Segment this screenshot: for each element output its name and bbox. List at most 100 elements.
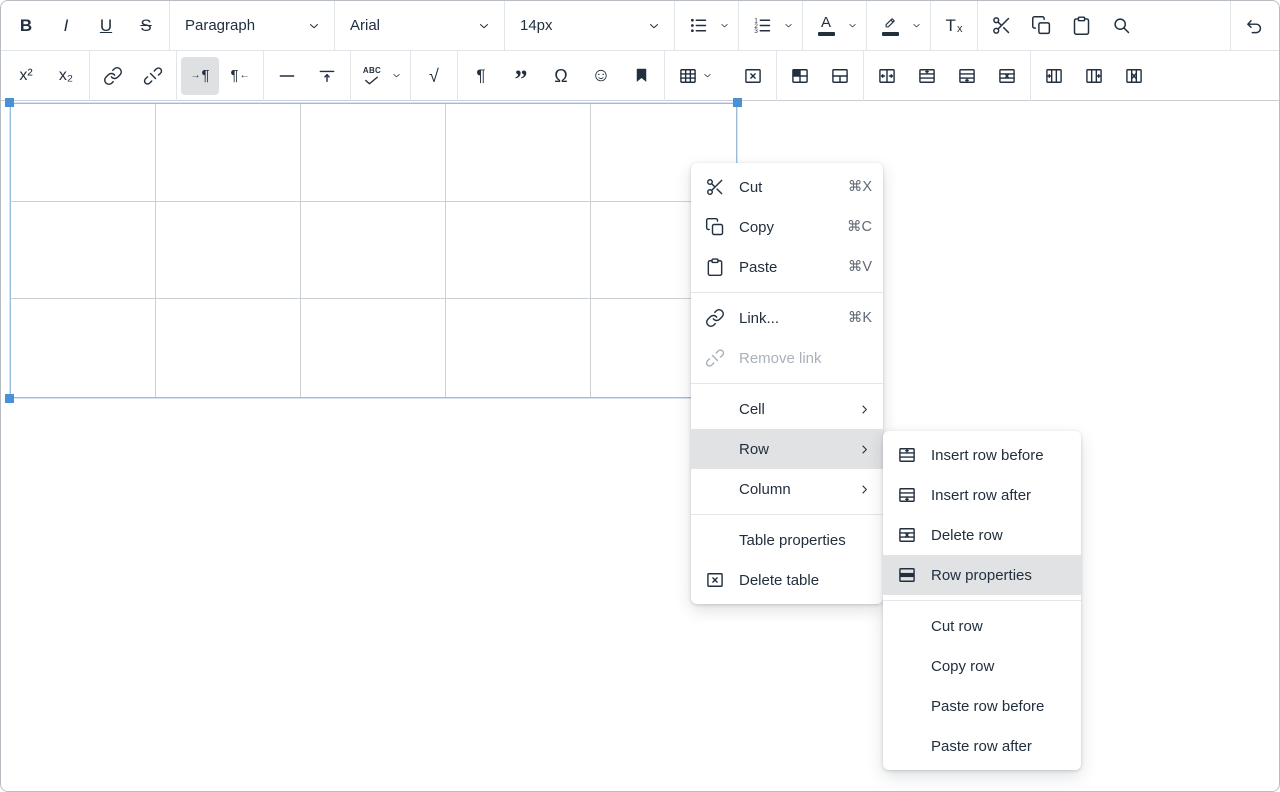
submenu-item-row-properties[interactable]: Row properties [883, 555, 1081, 595]
table-cell[interactable] [446, 202, 591, 300]
menu-item-column[interactable]: Column [691, 469, 883, 509]
table-cell[interactable] [156, 202, 301, 300]
insert-column-after-button[interactable] [1075, 57, 1113, 95]
table-cell[interactable] [301, 202, 446, 300]
font-family-select[interactable]: Arial [338, 1, 501, 51]
special-character-button[interactable]: Ω [542, 57, 580, 95]
chevron-down-icon [847, 20, 858, 31]
copy-button[interactable] [1022, 7, 1060, 45]
menu-item-cut[interactable]: Cut ⌘X [691, 167, 883, 207]
submenu-item-copy-row[interactable]: Copy row [883, 646, 1081, 686]
rtl-button[interactable]: ¶← [221, 57, 259, 95]
submenu-item-paste-row-before[interactable]: Paste row before [883, 686, 1081, 726]
insert-column-before-button[interactable] [1035, 57, 1073, 95]
menu-item-remove-link[interactable]: Remove link [691, 338, 883, 378]
table-cell[interactable] [446, 104, 591, 202]
clear-formatting-button[interactable]: Tx [935, 7, 973, 45]
delete-column-button[interactable] [1115, 57, 1153, 95]
merge-cells-button[interactable] [821, 57, 859, 95]
delete-table-button[interactable] [734, 57, 772, 95]
submenu-item-delete-row[interactable]: Delete row [883, 515, 1081, 555]
strikethrough-button[interactable]: S [127, 7, 165, 45]
subscript-button[interactable]: x₂ [47, 57, 85, 95]
horizontal-rule-icon [277, 66, 297, 86]
undo-button[interactable] [1235, 7, 1273, 45]
separator [776, 51, 777, 101]
underline-button[interactable]: U [87, 7, 125, 45]
remove-link-button[interactable] [134, 57, 172, 95]
insert-link-button[interactable] [94, 57, 132, 95]
menu-item-delete-table[interactable]: Delete table [691, 560, 883, 600]
block-format-select[interactable]: Paragraph [173, 1, 331, 51]
italic-button[interactable]: I [47, 7, 85, 45]
menu-item-link[interactable]: Link... ⌘K [691, 298, 883, 338]
editor-content-area[interactable] [1, 101, 1279, 791]
split-cells-button[interactable] [868, 57, 906, 95]
submenu-item-paste-row-after[interactable]: Paste row after [883, 726, 1081, 766]
submenu-item-cut-row[interactable]: Cut row [883, 606, 1081, 646]
table-cell[interactable] [156, 299, 301, 397]
paragraph-marks-button[interactable]: ¶ [462, 57, 500, 95]
menu-item-row[interactable]: Row [691, 429, 883, 469]
separator [977, 1, 978, 51]
bold-button[interactable]: B [7, 7, 45, 45]
separator [504, 1, 505, 51]
superscript-button[interactable]: x² [7, 57, 45, 95]
table-menu-button[interactable] [669, 57, 721, 95]
formula-button[interactable]: √ [415, 57, 453, 95]
table-cell[interactable] [156, 104, 301, 202]
text-color-options-button[interactable] [843, 7, 862, 45]
resize-handle-top-left[interactable] [5, 98, 14, 107]
insert-row-after-button[interactable] [948, 57, 986, 95]
cell-properties-button[interactable] [781, 57, 819, 95]
chevron-down-icon [719, 20, 730, 31]
table-cell[interactable] [446, 299, 591, 397]
insert-row-before-button[interactable] [908, 57, 946, 95]
table-cell[interactable] [301, 104, 446, 202]
search-icon [1111, 15, 1132, 36]
table-cell[interactable] [11, 299, 156, 397]
menu-item-cell[interactable]: Cell [691, 389, 883, 429]
submenu-item-insert-row-after[interactable]: Insert row after [883, 475, 1081, 515]
spellcheck-button[interactable]: ABC [355, 57, 389, 95]
separator [1230, 1, 1231, 51]
font-size-select[interactable]: 14px [508, 1, 671, 51]
delete-row-button[interactable] [988, 57, 1026, 95]
table-cell[interactable] [11, 202, 156, 300]
cell-properties-icon [790, 66, 810, 86]
table-cell[interactable] [301, 299, 446, 397]
ltr-button[interactable]: →¶ [181, 57, 219, 95]
table-cell[interactable] [11, 104, 156, 202]
separator [674, 1, 675, 51]
cut-button[interactable] [982, 7, 1020, 45]
submenu-item-insert-row-before[interactable]: Insert row before [883, 435, 1081, 475]
numbered-list-button[interactable]: 1 2 3 [743, 7, 781, 45]
search-replace-button[interactable] [1102, 7, 1140, 45]
text-color-button[interactable]: A [807, 7, 845, 45]
highlight-color-options-button[interactable] [907, 7, 926, 45]
menu-item-copy[interactable]: Copy ⌘C [691, 207, 883, 247]
menu-item-table-properties[interactable]: Table properties [691, 520, 883, 560]
icon-spacer [703, 437, 727, 461]
page-break-button[interactable] [308, 57, 346, 95]
bullet-list-options-button[interactable] [715, 7, 734, 45]
bullet-list-button[interactable] [679, 7, 717, 45]
menu-item-label: Row [739, 441, 857, 458]
omega-icon: Ω [554, 67, 567, 85]
insert-column-after-icon [1084, 66, 1104, 86]
menu-item-shortcut: ⌘K [848, 310, 872, 326]
highlight-color-button[interactable] [871, 7, 909, 45]
resize-handle-bottom-left[interactable] [5, 394, 14, 403]
horizontal-rule-button[interactable] [268, 57, 306, 95]
blockquote-button[interactable]: ” [502, 57, 540, 95]
menu-item-paste[interactable]: Paste ⌘V [691, 247, 883, 287]
spellcheck-options-button[interactable] [387, 57, 406, 95]
strikethrough-icon: S [140, 17, 151, 34]
emoticons-button[interactable]: ☺ [582, 57, 620, 95]
resize-handle-top-right[interactable] [733, 98, 742, 107]
anchor-button[interactable] [622, 57, 660, 95]
paste-button[interactable] [1062, 7, 1100, 45]
scissors-icon [991, 15, 1012, 36]
numbered-list-options-button[interactable] [779, 7, 798, 45]
editor-table [10, 103, 737, 398]
